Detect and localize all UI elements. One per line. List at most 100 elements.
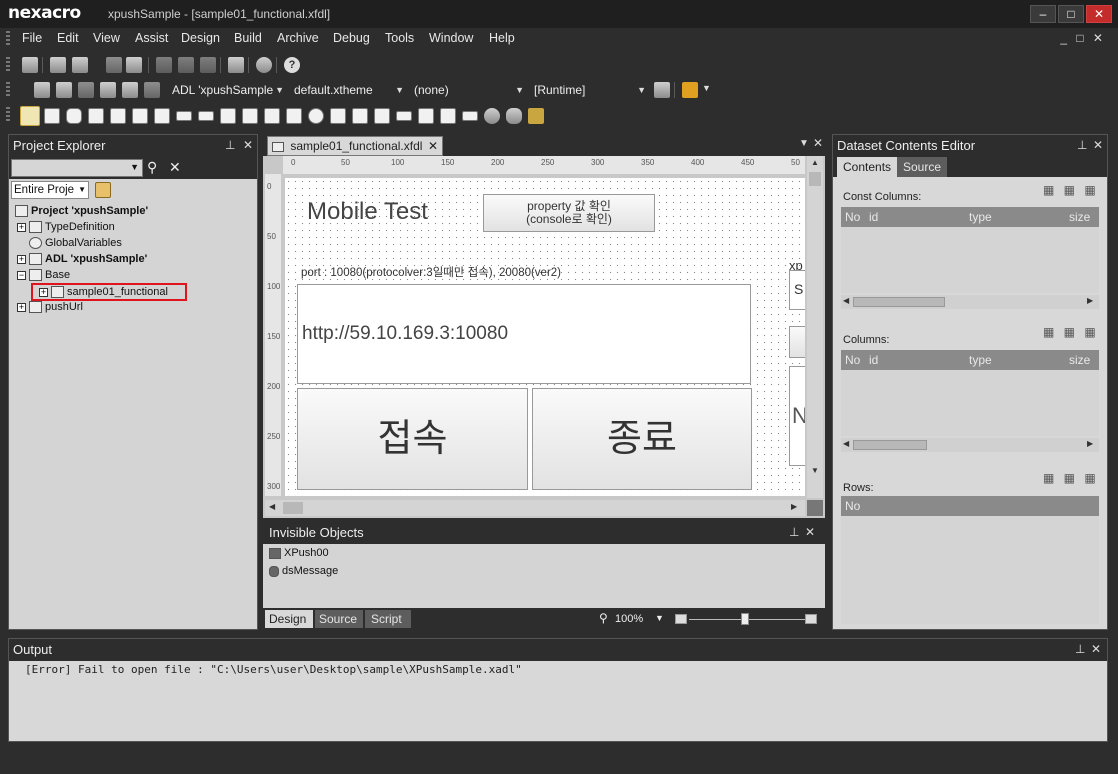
edit-component-icon[interactable]: [110, 108, 126, 124]
refresh-icon[interactable]: [144, 82, 160, 98]
menu-view[interactable]: View: [93, 31, 120, 45]
pin-icon[interactable]: ⊥: [1075, 642, 1085, 656]
generate-icon[interactable]: [100, 82, 116, 98]
scroll-left-icon[interactable]: ◀: [269, 502, 275, 511]
listbox-component-icon[interactable]: [352, 108, 368, 124]
plugin-component-icon[interactable]: [484, 108, 500, 124]
menu-file[interactable]: File: [22, 31, 42, 45]
zoom-level[interactable]: 100%: [615, 613, 643, 625]
exit-button[interactable]: 종료: [532, 388, 752, 490]
chevron-down-icon[interactable]: ▼: [130, 162, 139, 172]
menu-window[interactable]: Window: [429, 31, 473, 45]
close-icon[interactable]: ✕: [243, 138, 253, 152]
progressbar-component-icon[interactable]: [462, 111, 478, 121]
collapse-icon[interactable]: −: [17, 270, 26, 280]
horizontal-scrollbar[interactable]: ◀ ▶: [265, 500, 805, 516]
scroll-thumb[interactable]: [853, 440, 927, 450]
col-size[interactable]: size: [1069, 210, 1090, 224]
tree-item-project[interactable]: Project 'xpushSample': [15, 205, 148, 221]
dataset-component-icon[interactable]: [506, 108, 522, 124]
chevron-down-icon[interactable]: ▼: [702, 83, 711, 93]
cut-icon[interactable]: [156, 57, 172, 73]
menu-edit[interactable]: Edit: [57, 31, 79, 45]
scroll-right-icon[interactable]: ▶: [791, 502, 797, 511]
build-icon[interactable]: [34, 82, 50, 98]
expand-icon[interactable]: +: [17, 254, 26, 264]
grid-component-icon[interactable]: [374, 108, 390, 124]
clear-icon[interactable]: ✕: [169, 159, 181, 176]
custom-component-icon[interactable]: [528, 108, 544, 124]
form-surface[interactable]: Mobile Test property 값 확인 (console로 확인) …: [285, 178, 805, 496]
menu-assist[interactable]: Assist: [135, 31, 168, 45]
menu-tools[interactable]: Tools: [385, 31, 414, 45]
tab-design[interactable]: Design: [265, 610, 313, 628]
new-file-icon[interactable]: [72, 57, 88, 73]
menu-component-icon[interactable]: [418, 108, 434, 124]
scroll-right-icon[interactable]: ▶: [1087, 296, 1093, 305]
zoom-slider-thumb[interactable]: [741, 613, 749, 625]
menu-design[interactable]: Design: [181, 31, 220, 45]
vertical-scrollbar[interactable]: ▲ ▼: [807, 156, 823, 498]
tab-script[interactable]: Script: [365, 610, 411, 628]
col-no[interactable]: No: [845, 499, 860, 513]
tree-item-pushurl[interactable]: + pushUrl: [17, 301, 83, 317]
tab-sample01-functional[interactable]: sample01_functional.xfdl ✕: [267, 136, 443, 156]
invisible-object-xpush[interactable]: XPush00: [269, 547, 329, 559]
scroll-up-icon[interactable]: ▲: [811, 158, 819, 167]
columns-grid[interactable]: [841, 370, 1099, 436]
open-icon[interactable]: [50, 57, 66, 73]
col-no[interactable]: No: [845, 210, 860, 224]
scroll-thumb[interactable]: [853, 297, 945, 307]
none-combo[interactable]: (none) ▼: [410, 81, 528, 99]
close-icon[interactable]: ✕: [1093, 138, 1103, 152]
filter-icon[interactable]: [95, 182, 111, 198]
radio-component-icon[interactable]: [308, 108, 324, 124]
static-component-icon[interactable]: [88, 108, 104, 124]
pin-icon[interactable]: ⊥: [225, 138, 235, 152]
col-size[interactable]: size: [1069, 353, 1090, 367]
generate-all-icon[interactable]: [122, 82, 138, 98]
checkbox-component-icon[interactable]: [132, 108, 148, 124]
theme-combo[interactable]: default.xtheme ▼: [290, 81, 408, 99]
div-component-icon[interactable]: [44, 108, 60, 124]
close-icon[interactable]: ✕: [1091, 642, 1101, 656]
output-log[interactable]: [Error] Fail to open file : "C:\Users\us…: [11, 661, 1105, 739]
chevron-down-icon[interactable]: ▼: [799, 138, 809, 149]
col-no[interactable]: No: [845, 353, 860, 367]
side-input-s[interactable]: S: [789, 270, 805, 310]
scroll-right-icon[interactable]: ▶: [1087, 439, 1093, 448]
pin-icon[interactable]: ⊥: [789, 525, 799, 539]
help-icon[interactable]: ?: [284, 57, 300, 73]
scroll-left-icon[interactable]: ◀: [843, 296, 849, 305]
scroll-left-icon[interactable]: ◀: [843, 439, 849, 448]
scroll-down-icon[interactable]: ▼: [811, 466, 819, 475]
save-icon[interactable]: [106, 57, 122, 73]
close-icon[interactable]: ✕: [805, 525, 815, 539]
columns-scrollbar[interactable]: ◀ ▶: [841, 438, 1099, 452]
scope-combo[interactable]: Entire Proje ▼: [11, 181, 89, 199]
col-type[interactable]: type: [969, 353, 992, 367]
chevron-down-icon[interactable]: ▼: [655, 613, 664, 623]
toolbar-grip[interactable]: [6, 82, 10, 98]
webbrowser-component-icon[interactable]: [440, 108, 456, 124]
menubar-grip[interactable]: [6, 31, 10, 47]
toolbar-grip[interactable]: [6, 107, 10, 123]
button-component-icon[interactable]: [66, 108, 82, 124]
search-icon[interactable]: ⚲: [147, 159, 157, 176]
connect-button[interactable]: 접속: [297, 388, 528, 490]
close-icon[interactable]: ✕: [813, 136, 823, 150]
col-type[interactable]: type: [969, 210, 992, 224]
save-all-icon[interactable]: [126, 57, 142, 73]
textarea-component-icon[interactable]: [154, 108, 170, 124]
property-check-button[interactable]: property 값 확인 (console로 확인): [483, 194, 655, 232]
adl-combo[interactable]: ADL 'xpushSample ▼: [168, 81, 288, 99]
maskedit-component-icon[interactable]: [176, 111, 192, 121]
expand-icon[interactable]: +: [17, 222, 26, 232]
const-columns-grid[interactable]: [841, 227, 1099, 293]
tree-item-globalvariables[interactable]: GlobalVariables: [29, 237, 122, 253]
tab-contents[interactable]: Contents: [837, 157, 898, 177]
mobile-test-title[interactable]: Mobile Test: [307, 198, 428, 226]
expand-icon[interactable]: +: [39, 287, 48, 297]
build-all-icon[interactable]: [78, 82, 94, 98]
copy-icon[interactable]: [178, 57, 194, 73]
